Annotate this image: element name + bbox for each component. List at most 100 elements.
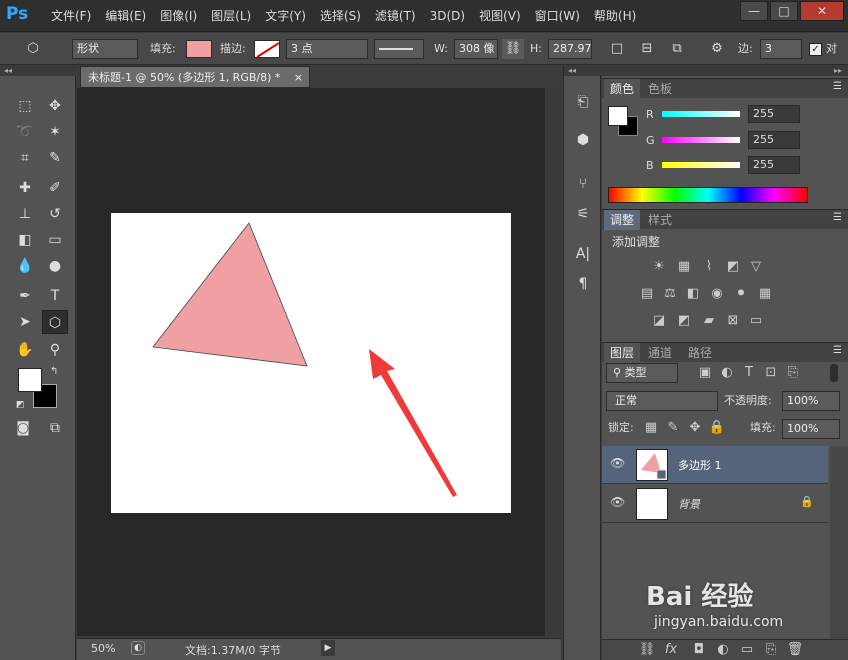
stroke-color-swatch[interactable]: [254, 40, 280, 58]
link-icon[interactable]: ⛓: [502, 39, 524, 59]
character-panel-icon[interactable]: A|: [570, 242, 596, 266]
new-layer-icon[interactable]: ⎘: [762, 641, 780, 659]
gradient-tool-icon[interactable]: ▭: [42, 228, 68, 252]
menu-3d[interactable]: 3D(D): [423, 0, 472, 32]
layer-row-background[interactable]: 👁 背景 🔒: [602, 485, 828, 523]
path-alignment-icon[interactable]: ⊟: [636, 39, 658, 59]
black-white-icon[interactable]: ◧: [684, 285, 702, 303]
hue-saturation-icon[interactable]: ▤: [638, 285, 656, 303]
status-info-icon[interactable]: ◐: [131, 641, 145, 655]
path-selection-icon[interactable]: ➤: [12, 310, 38, 334]
foreground-color-swatch[interactable]: [18, 368, 42, 392]
menu-layer[interactable]: 图层(L): [204, 0, 258, 32]
path-arrangement-icon[interactable]: ⧉: [666, 39, 688, 59]
hand-tool-icon[interactable]: ✋: [12, 338, 38, 362]
menu-window[interactable]: 窗口(W): [528, 0, 587, 32]
exposure-icon[interactable]: ◩: [724, 258, 742, 276]
visibility-eye-icon[interactable]: 👁: [610, 495, 625, 509]
screen-mode-icon[interactable]: ⧉: [42, 416, 68, 440]
zoom-tool-icon[interactable]: ⚲: [42, 338, 68, 362]
menu-type[interactable]: 文字(Y): [258, 0, 313, 32]
delete-layer-icon[interactable]: 🗑: [786, 641, 804, 659]
lock-position-icon[interactable]: ✥: [686, 419, 704, 437]
threshold-icon[interactable]: ▰: [700, 312, 718, 330]
tab-layers[interactable]: 图层: [604, 343, 641, 363]
layer-filter-select[interactable]: ⚲ 类型: [606, 363, 678, 383]
move-tool-icon[interactable]: ✥: [42, 94, 68, 118]
menu-file[interactable]: 文件(F): [44, 0, 98, 32]
toolbar-collapse-icon[interactable]: ◂◂: [0, 66, 76, 76]
filter-adjustment-icon[interactable]: ◐: [718, 364, 736, 382]
clone-stamp-icon[interactable]: ⊥: [12, 202, 38, 226]
brightness-contrast-icon[interactable]: ☀: [650, 258, 668, 276]
levels-icon[interactable]: ▦: [675, 258, 693, 276]
vertical-scrollbar[interactable]: [545, 88, 561, 636]
channel-slider-g[interactable]: [662, 137, 740, 143]
minimize-button[interactable]: —: [740, 1, 768, 21]
filter-shape-icon[interactable]: ⊡: [762, 364, 780, 382]
brush-panel-icon[interactable]: ⑂: [570, 172, 596, 196]
link-layers-icon[interactable]: ⛓: [638, 641, 656, 659]
tab-styles[interactable]: 样式: [642, 210, 678, 230]
polygon-tool-preset-icon[interactable]: ⬡: [22, 39, 44, 59]
default-colors-icon[interactable]: ◩: [16, 400, 25, 410]
filter-smart-object-icon[interactable]: ⎘: [784, 364, 802, 382]
tab-swatches[interactable]: 色板: [642, 79, 678, 99]
layer-name[interactable]: 多边形 1: [678, 457, 722, 473]
gradient-map-icon[interactable]: ▭: [747, 312, 765, 330]
opacity-field[interactable]: 100%: [782, 391, 840, 411]
channel-mixer-icon[interactable]: ⚫: [732, 285, 750, 303]
history-brush-icon[interactable]: ↺: [42, 202, 68, 226]
align-edges-checkbox[interactable]: ✓: [809, 43, 822, 56]
tab-paths[interactable]: 路径: [682, 343, 718, 363]
dodge-tool-icon[interactable]: ●: [42, 254, 68, 278]
filter-pixel-icon[interactable]: ▣: [696, 364, 714, 382]
paragraph-panel-icon[interactable]: ¶: [570, 272, 596, 296]
3d-panel-icon[interactable]: ⬢: [570, 128, 596, 152]
photo-filter-icon[interactable]: ◉: [708, 285, 726, 303]
channel-slider-r[interactable]: [662, 111, 740, 117]
menu-image[interactable]: 图像(I): [153, 0, 204, 32]
panel-menu-icon[interactable]: ☰: [833, 81, 842, 92]
filter-type-icon[interactable]: T: [740, 364, 758, 382]
invert-icon[interactable]: ◪: [650, 312, 668, 330]
tab-channels[interactable]: 通道: [642, 343, 678, 363]
color-balance-icon[interactable]: ⚖: [661, 285, 679, 303]
crop-tool-icon[interactable]: ⌗: [12, 146, 38, 170]
swap-colors-icon[interactable]: ↰: [50, 366, 58, 377]
layer-name[interactable]: 背景: [678, 496, 700, 512]
history-panel-icon[interactable]: ⎗: [570, 90, 596, 114]
close-tab-icon[interactable]: ×: [294, 67, 303, 89]
path-operations-icon[interactable]: □: [606, 39, 628, 59]
blend-mode-select[interactable]: 正常: [606, 391, 718, 411]
menu-filter[interactable]: 滤镜(T): [368, 0, 423, 32]
menu-select[interactable]: 选择(S): [313, 0, 368, 32]
blur-tool-icon[interactable]: 💧: [12, 254, 38, 278]
eyedropper-icon[interactable]: ✎: [42, 146, 68, 170]
fill-opacity-field[interactable]: 100%: [782, 419, 840, 439]
lock-transparent-icon[interactable]: ▦: [642, 419, 660, 437]
quick-mask-icon[interactable]: ◙: [10, 416, 36, 440]
menu-view[interactable]: 视图(V): [472, 0, 528, 32]
filter-toggle-switch[interactable]: [830, 364, 838, 382]
lasso-tool-icon[interactable]: ➰: [12, 120, 38, 144]
color-lookup-icon[interactable]: ▦: [756, 285, 774, 303]
pink-triangle-shape[interactable]: [152, 222, 308, 367]
restore-button[interactable]: □: [770, 1, 798, 21]
color-spectrum-bar[interactable]: [608, 187, 808, 203]
panels-expand-icon[interactable]: ▸▸: [602, 66, 848, 76]
vibrance-icon[interactable]: ▽: [747, 258, 765, 276]
tool-mode-select[interactable]: 形状: [72, 39, 138, 59]
channel-value-b[interactable]: 255: [748, 156, 800, 174]
stroke-width-select[interactable]: 3 点: [286, 39, 368, 59]
healing-brush-icon[interactable]: ✚: [12, 176, 38, 200]
document-canvas[interactable]: [111, 213, 511, 513]
width-field[interactable]: 308 像: [454, 39, 498, 59]
lock-all-icon[interactable]: 🔒: [708, 419, 726, 437]
menu-edit[interactable]: 编辑(E): [98, 0, 153, 32]
fill-color-swatch[interactable]: [186, 40, 212, 58]
marquee-tool-icon[interactable]: ⬚: [12, 94, 38, 118]
posterize-icon[interactable]: ◩: [675, 312, 693, 330]
tab-color[interactable]: 颜色: [604, 79, 641, 99]
polygon-tool-icon[interactable]: ⬡: [42, 310, 68, 334]
